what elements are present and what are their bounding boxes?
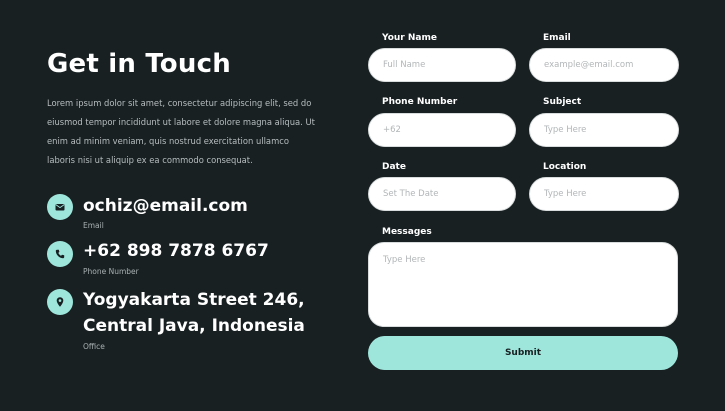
email-caption: Email [83,221,104,230]
subject-label: Subject [543,97,582,107]
address-line-1[interactable]: Yogyakarta Street 246, [83,288,305,313]
envelope-icon [47,194,73,220]
email-label: Email [543,33,571,43]
phone-value[interactable]: +62 898 7878 6767 [83,239,269,264]
location-label: Location [543,162,587,172]
description-text: Lorem ipsum dolor sit amet, consectetur … [47,98,315,165]
name-label: Your Name [382,33,437,43]
phone-caption: Phone Number [83,267,139,276]
messages-field[interactable] [368,242,678,327]
phone-field[interactable] [368,113,516,147]
email-value[interactable]: ochiz@email.com [83,194,248,219]
submit-button[interactable]: Submit [368,336,678,370]
location-field[interactable] [529,177,679,211]
email-field[interactable] [529,48,679,82]
name-field[interactable] [368,48,516,82]
address-line-2[interactable]: Central Java, Indonesia [83,314,305,339]
location-pin-icon [47,289,73,315]
address-caption: Office [83,342,105,351]
subject-field[interactable] [529,113,679,147]
messages-label: Messages [382,227,432,237]
phone-label: Phone Number [382,97,458,107]
phone-icon [47,241,73,267]
date-label: Date [382,162,406,172]
date-field[interactable] [368,177,516,211]
page-title: Get in Touch [47,49,231,79]
